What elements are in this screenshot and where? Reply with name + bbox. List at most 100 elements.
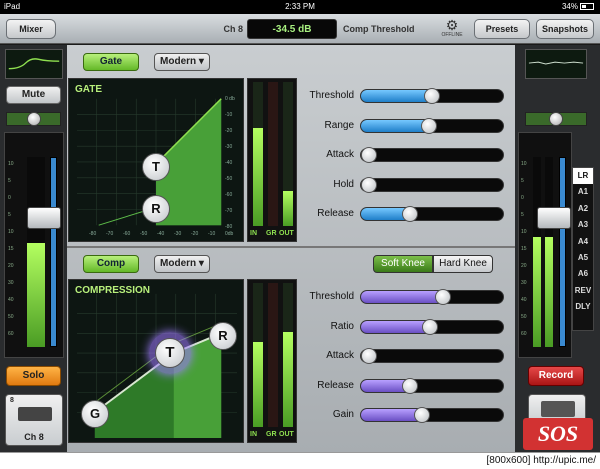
gate-x-tick: -10 bbox=[208, 231, 216, 237]
master-meter-right bbox=[545, 157, 553, 347]
scale-tick-label: 60 bbox=[8, 331, 14, 337]
scale-tick-label: 5 bbox=[521, 178, 524, 184]
slider-thumb[interactable] bbox=[423, 88, 440, 104]
master-meter-left-fill bbox=[533, 236, 541, 347]
comp-param-label: Gain bbox=[332, 409, 354, 420]
comp-gain-slider[interactable] bbox=[360, 407, 504, 423]
scale-tick-label: 30 bbox=[521, 280, 527, 286]
scale-tick-label: 10 bbox=[521, 161, 527, 167]
master-fader-handle[interactable] bbox=[537, 206, 571, 229]
gate-x-tick: -50 bbox=[140, 231, 148, 237]
bus-lr[interactable]: LR bbox=[573, 168, 593, 185]
gate-y-tick: -70 bbox=[225, 208, 233, 214]
soft-knee-button[interactable]: Soft Knee bbox=[373, 255, 433, 273]
comp-threshold-node[interactable]: T bbox=[155, 338, 185, 368]
bus-a1[interactable]: A1 bbox=[573, 184, 593, 200]
comp-threshold-slider[interactable] bbox=[360, 289, 504, 305]
footer-caption: [800x600] http://upic.me/ bbox=[486, 455, 596, 466]
gate-x-tick: -70 bbox=[106, 231, 114, 237]
gate-threshold-slider[interactable] bbox=[360, 88, 504, 104]
gate-y-tick: -40 bbox=[225, 160, 233, 166]
comp-gr-label: GR bbox=[266, 431, 277, 438]
scale-tick-label: 10 bbox=[521, 229, 527, 235]
slider-thumb[interactable] bbox=[413, 407, 430, 423]
comp-in-meter bbox=[253, 283, 263, 427]
parameter-name: Comp Threshold bbox=[343, 24, 415, 34]
eq-curve-icon bbox=[528, 61, 584, 65]
comp-ratio-node[interactable]: R bbox=[209, 322, 237, 350]
gate-threshold-node[interactable]: T bbox=[142, 153, 170, 181]
bus-a2[interactable]: A2 bbox=[573, 201, 593, 217]
master-fader-track[interactable] bbox=[559, 157, 566, 347]
gate-param-label: Range bbox=[324, 119, 354, 131]
slider-thumb[interactable] bbox=[402, 206, 419, 222]
slider-thumb[interactable] bbox=[422, 318, 439, 335]
channel-name: Ch 8 bbox=[223, 24, 243, 34]
channel-select-button[interactable]: 8 Ch 8 bbox=[5, 394, 63, 446]
gate-attack-slider[interactable] bbox=[360, 147, 504, 163]
scale-tick-label: 20 bbox=[8, 263, 14, 269]
scale-tick-label: 40 bbox=[521, 297, 527, 303]
comp-gain-node[interactable]: G bbox=[81, 400, 109, 428]
gate-in-label: IN bbox=[250, 230, 257, 237]
master-pan-knob[interactable] bbox=[549, 112, 563, 126]
eq-curve-icon bbox=[8, 58, 60, 70]
gate-mode-dropdown[interactable]: Modern ▾ bbox=[154, 53, 210, 71]
comp-ratio-slider[interactable] bbox=[360, 318, 504, 335]
gate-param-label: Hold bbox=[333, 178, 354, 190]
gate-gr-label: GR bbox=[266, 230, 277, 237]
gate-toggle-button[interactable]: Gate bbox=[83, 53, 139, 71]
comp-release-slider[interactable] bbox=[360, 377, 504, 394]
fader-track[interactable] bbox=[50, 157, 57, 347]
snapshots-button[interactable]: Snapshots bbox=[536, 19, 594, 39]
gate-x-tick: -80 bbox=[89, 231, 97, 237]
slider-thumb[interactable] bbox=[361, 348, 377, 364]
record-button[interactable]: Record bbox=[528, 366, 584, 386]
master-eq-thumbnail[interactable] bbox=[525, 49, 587, 79]
bus-a6[interactable]: A6 bbox=[573, 266, 593, 282]
bus-a5[interactable]: A5 bbox=[573, 250, 593, 266]
mute-button[interactable]: Mute bbox=[6, 86, 61, 104]
slider-thumb[interactable] bbox=[435, 289, 452, 305]
bus-rev[interactable]: REV bbox=[573, 283, 593, 299]
bus-a3[interactable]: A3 bbox=[573, 217, 593, 233]
gate-hold-slider[interactable] bbox=[360, 176, 504, 193]
mixer-back-button[interactable]: Mixer bbox=[6, 19, 56, 39]
slider-thumb[interactable] bbox=[420, 117, 437, 134]
master-meter-right-fill bbox=[545, 236, 553, 347]
gate-range-slider[interactable] bbox=[360, 117, 504, 134]
scale-tick-label: 15 bbox=[8, 246, 14, 252]
master-pan-control[interactable] bbox=[525, 112, 587, 126]
gate-graph[interactable]: GATE 0 db -10 -20 -30 -40 -50 -60 -70 -80 -80 -70… bbox=[68, 78, 244, 242]
gate-release-slider[interactable] bbox=[360, 206, 504, 222]
gate-range-node[interactable]: R bbox=[142, 195, 170, 223]
comp-attack-slider[interactable] bbox=[360, 348, 504, 364]
gate-param-label: Threshold bbox=[309, 90, 354, 101]
gate-y-tick: -10 bbox=[225, 112, 233, 118]
comp-toggle-button[interactable]: Comp bbox=[83, 255, 139, 273]
comp-param-label: Attack bbox=[326, 350, 354, 361]
eq-thumbnail[interactable] bbox=[5, 49, 63, 79]
slider-fill bbox=[361, 291, 446, 303]
fader-handle[interactable] bbox=[27, 206, 61, 229]
bus-dly[interactable]: DLY bbox=[573, 299, 593, 315]
slider-thumb[interactable] bbox=[361, 176, 377, 193]
compression-graph[interactable]: COMPRESSION T R G bbox=[68, 279, 244, 443]
offline-settings[interactable]: ⚙ OFFLINE bbox=[440, 18, 464, 38]
gate-param-label: Release bbox=[317, 208, 354, 219]
bus-a4[interactable]: A4 bbox=[573, 234, 593, 250]
pan-control[interactable] bbox=[6, 112, 61, 126]
hard-knee-button[interactable]: Hard Knee bbox=[433, 255, 493, 273]
gate-x-tick: 0db bbox=[225, 231, 234, 237]
scale-tick-label: 15 bbox=[521, 246, 527, 252]
gate-graph-title: GATE bbox=[75, 84, 103, 95]
scale-tick-label: 40 bbox=[8, 297, 14, 303]
dropdown-arrow-icon: ▾ bbox=[198, 56, 204, 67]
slider-thumb[interactable] bbox=[402, 377, 419, 394]
comp-mode-dropdown[interactable]: Modern ▾ bbox=[154, 255, 210, 273]
solo-button[interactable]: Solo bbox=[6, 366, 61, 386]
slider-thumb[interactable] bbox=[361, 147, 377, 163]
gate-y-tick: -80 bbox=[225, 224, 233, 230]
presets-button[interactable]: Presets bbox=[474, 19, 530, 39]
pan-knob[interactable] bbox=[27, 112, 41, 126]
